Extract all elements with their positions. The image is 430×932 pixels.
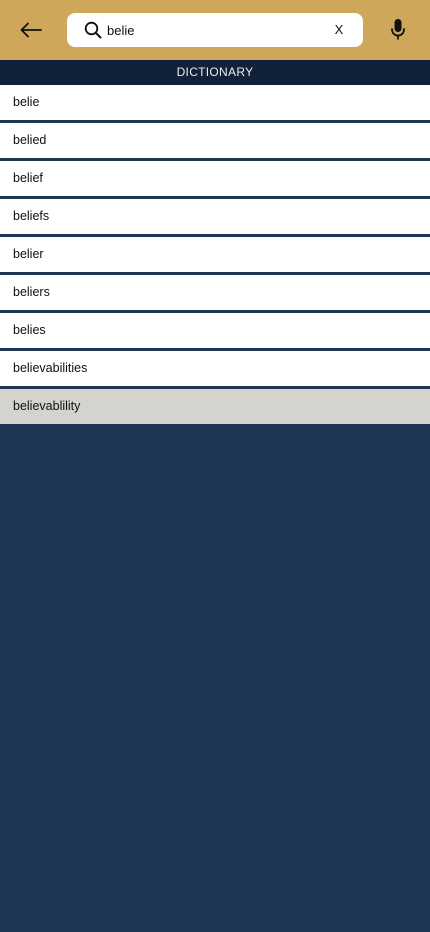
result-item[interactable]: belier — [0, 237, 430, 275]
result-item[interactable]: belied — [0, 123, 430, 161]
result-item[interactable]: beliefs — [0, 199, 430, 237]
search-input[interactable] — [107, 19, 322, 41]
result-item[interactable]: belie — [0, 85, 430, 123]
result-item[interactable]: believabilities — [0, 351, 430, 389]
dictionary-section-header: DICTIONARY — [0, 60, 430, 85]
results-list: belie belied belief beliefs belier belie… — [0, 85, 430, 424]
top-bar: X — [0, 0, 430, 60]
voice-search-button[interactable] — [388, 17, 408, 43]
result-item[interactable]: beliers — [0, 275, 430, 313]
search-box: X — [67, 13, 363, 47]
search-icon — [84, 21, 102, 39]
clear-search-button[interactable]: X — [329, 19, 349, 41]
result-item[interactable]: belief — [0, 161, 430, 199]
result-item[interactable]: belies — [0, 313, 430, 351]
result-item-highlighted[interactable]: believablility — [0, 389, 430, 424]
microphone-icon — [391, 19, 405, 40]
back-button[interactable] — [16, 14, 46, 46]
arrow-left-icon — [20, 22, 42, 38]
